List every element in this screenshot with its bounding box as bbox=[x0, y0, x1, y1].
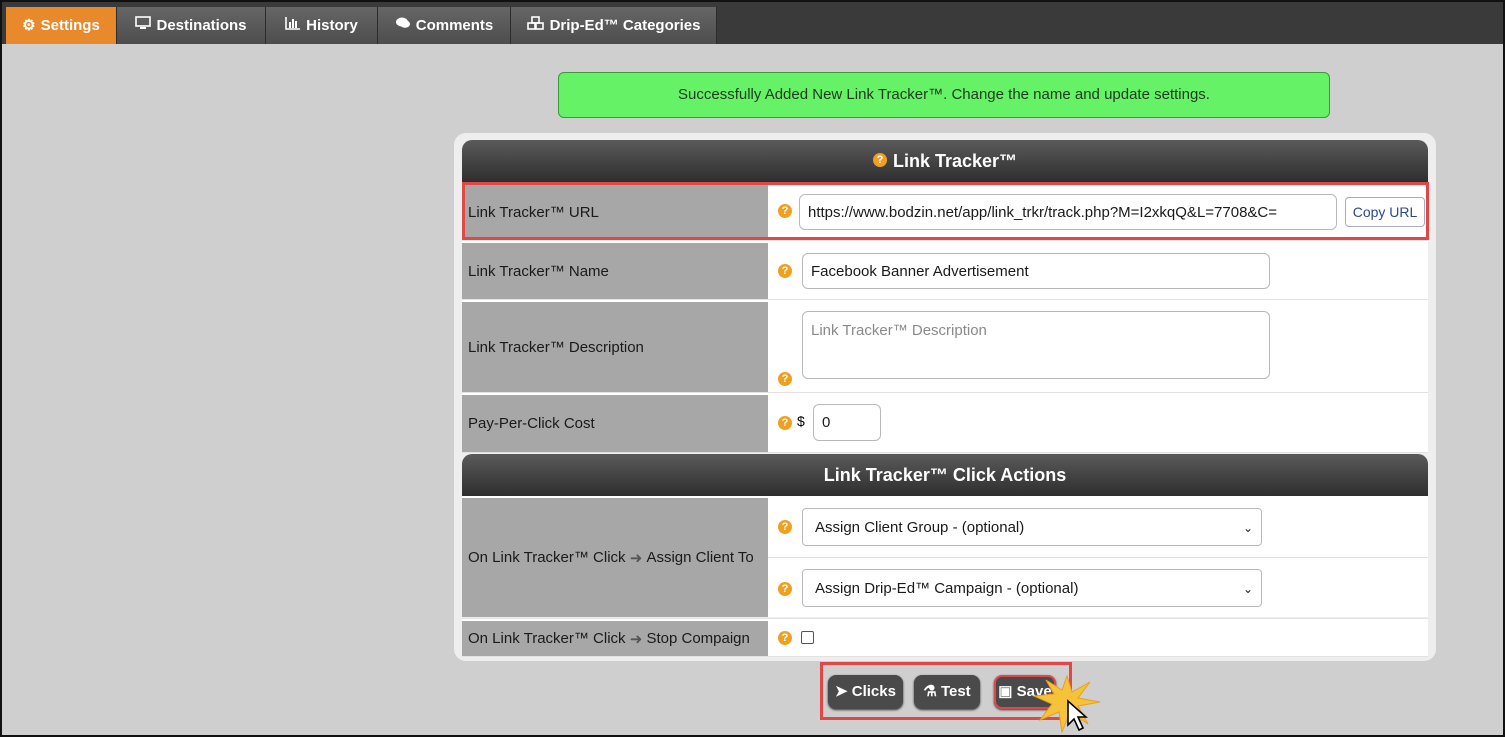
ppc-cost-field[interactable]: 0 bbox=[813, 404, 881, 441]
description-label: Link Tracker™ Description bbox=[462, 300, 768, 392]
tab-bar: ⚙ Settings Destinations History Comments … bbox=[2, 2, 1503, 44]
ppc-row: Pay-Per-Click Cost ? $ 0 bbox=[462, 393, 1428, 453]
help-icon[interactable]: ? bbox=[778, 372, 792, 386]
tracker-name-field[interactable]: Facebook Banner Advertisement bbox=[802, 253, 1270, 289]
help-icon[interactable]: ? bbox=[778, 264, 792, 278]
bar-chart-icon bbox=[285, 7, 301, 44]
tracker-url-field[interactable]: https://www.bodzin.net/app/link_trkr/tra… bbox=[799, 194, 1337, 230]
stop-campaign-checkbox[interactable] bbox=[801, 631, 814, 644]
pointer-icon: ➤ bbox=[835, 683, 848, 700]
tab-destinations[interactable]: Destinations bbox=[117, 7, 266, 44]
assign-campaign-select[interactable]: Assign Drip-Ed™ Campaign - (optional) ⌄ bbox=[802, 569, 1262, 607]
tab-comments[interactable]: Comments bbox=[378, 7, 511, 44]
stop-campaign-row: On Link Tracker™ Click ➜ Stop Compaign ? bbox=[462, 618, 1428, 657]
tab-history[interactable]: History bbox=[266, 7, 378, 44]
tracker-description-field[interactable]: Link Tracker™ Description bbox=[802, 311, 1270, 379]
ppc-label: Pay-Per-Click Cost bbox=[462, 393, 768, 452]
flask-icon: ⚗ bbox=[923, 683, 937, 700]
name-row: Link Tracker™ Name ? Facebook Banner Adv… bbox=[462, 241, 1428, 300]
help-icon[interactable]: ? bbox=[778, 416, 792, 430]
comments-icon bbox=[395, 7, 411, 44]
gear-icon: ⚙ bbox=[22, 17, 36, 34]
url-row: Link Tracker™ URL ? https://www.bodzin.n… bbox=[462, 182, 1428, 241]
help-icon[interactable]: ? bbox=[778, 520, 792, 534]
currency-symbol: $ bbox=[797, 413, 805, 429]
stop-campaign-label: On Link Tracker™ Click ➜ Stop Compaign bbox=[462, 619, 768, 656]
chevron-down-icon: ⌄ bbox=[1242, 582, 1253, 596]
floppy-disk-icon: ▣ bbox=[998, 683, 1013, 700]
assign-client-group-select[interactable]: Assign Client Group - (optional) ⌄ bbox=[802, 508, 1262, 546]
cubes-icon bbox=[526, 7, 545, 44]
test-button[interactable]: ⚗ Test bbox=[914, 675, 980, 709]
app-window: ⚙ Settings Destinations History Comments … bbox=[0, 0, 1505, 737]
help-icon[interactable]: ? bbox=[778, 631, 792, 645]
help-icon[interactable]: ? bbox=[778, 582, 792, 596]
monitor-icon bbox=[135, 7, 152, 44]
help-icon[interactable]: ? bbox=[872, 153, 887, 168]
clicks-button[interactable]: ➤ Clicks bbox=[828, 675, 903, 709]
section-header-click-actions: Link Tracker™ Click Actions bbox=[462, 454, 1428, 496]
help-icon[interactable]: ? bbox=[778, 204, 792, 218]
description-row: Link Tracker™ Description ? Link Tracker… bbox=[462, 300, 1428, 393]
assign-client-row: On Link Tracker™ Click ➜ Assign Client T… bbox=[462, 496, 1428, 617]
arrow-circle-icon: ➜ bbox=[629, 630, 643, 648]
success-alert: Successfully Added New Link Tracker™. Ch… bbox=[558, 72, 1330, 118]
copy-url-button[interactable]: Copy URL bbox=[1345, 197, 1425, 227]
tab-settings[interactable]: ⚙ Settings bbox=[6, 7, 117, 44]
url-label: Link Tracker™ URL bbox=[462, 182, 768, 240]
mouse-cursor-icon bbox=[1067, 699, 1088, 732]
arrow-circle-icon: ➜ bbox=[629, 549, 643, 567]
link-tracker-panel: ? Link Tracker™ Link Tracker™ URL ? https… bbox=[454, 133, 1436, 661]
tab-drip-ed-categories[interactable]: Drip-Ed™ Categories bbox=[511, 7, 717, 44]
section-header-link-tracker: ? Link Tracker™ bbox=[462, 140, 1428, 182]
chevron-down-icon: ⌄ bbox=[1242, 521, 1253, 535]
assign-client-label: On Link Tracker™ Click ➜ Assign Client T… bbox=[462, 496, 768, 617]
name-label: Link Tracker™ Name bbox=[462, 241, 768, 299]
